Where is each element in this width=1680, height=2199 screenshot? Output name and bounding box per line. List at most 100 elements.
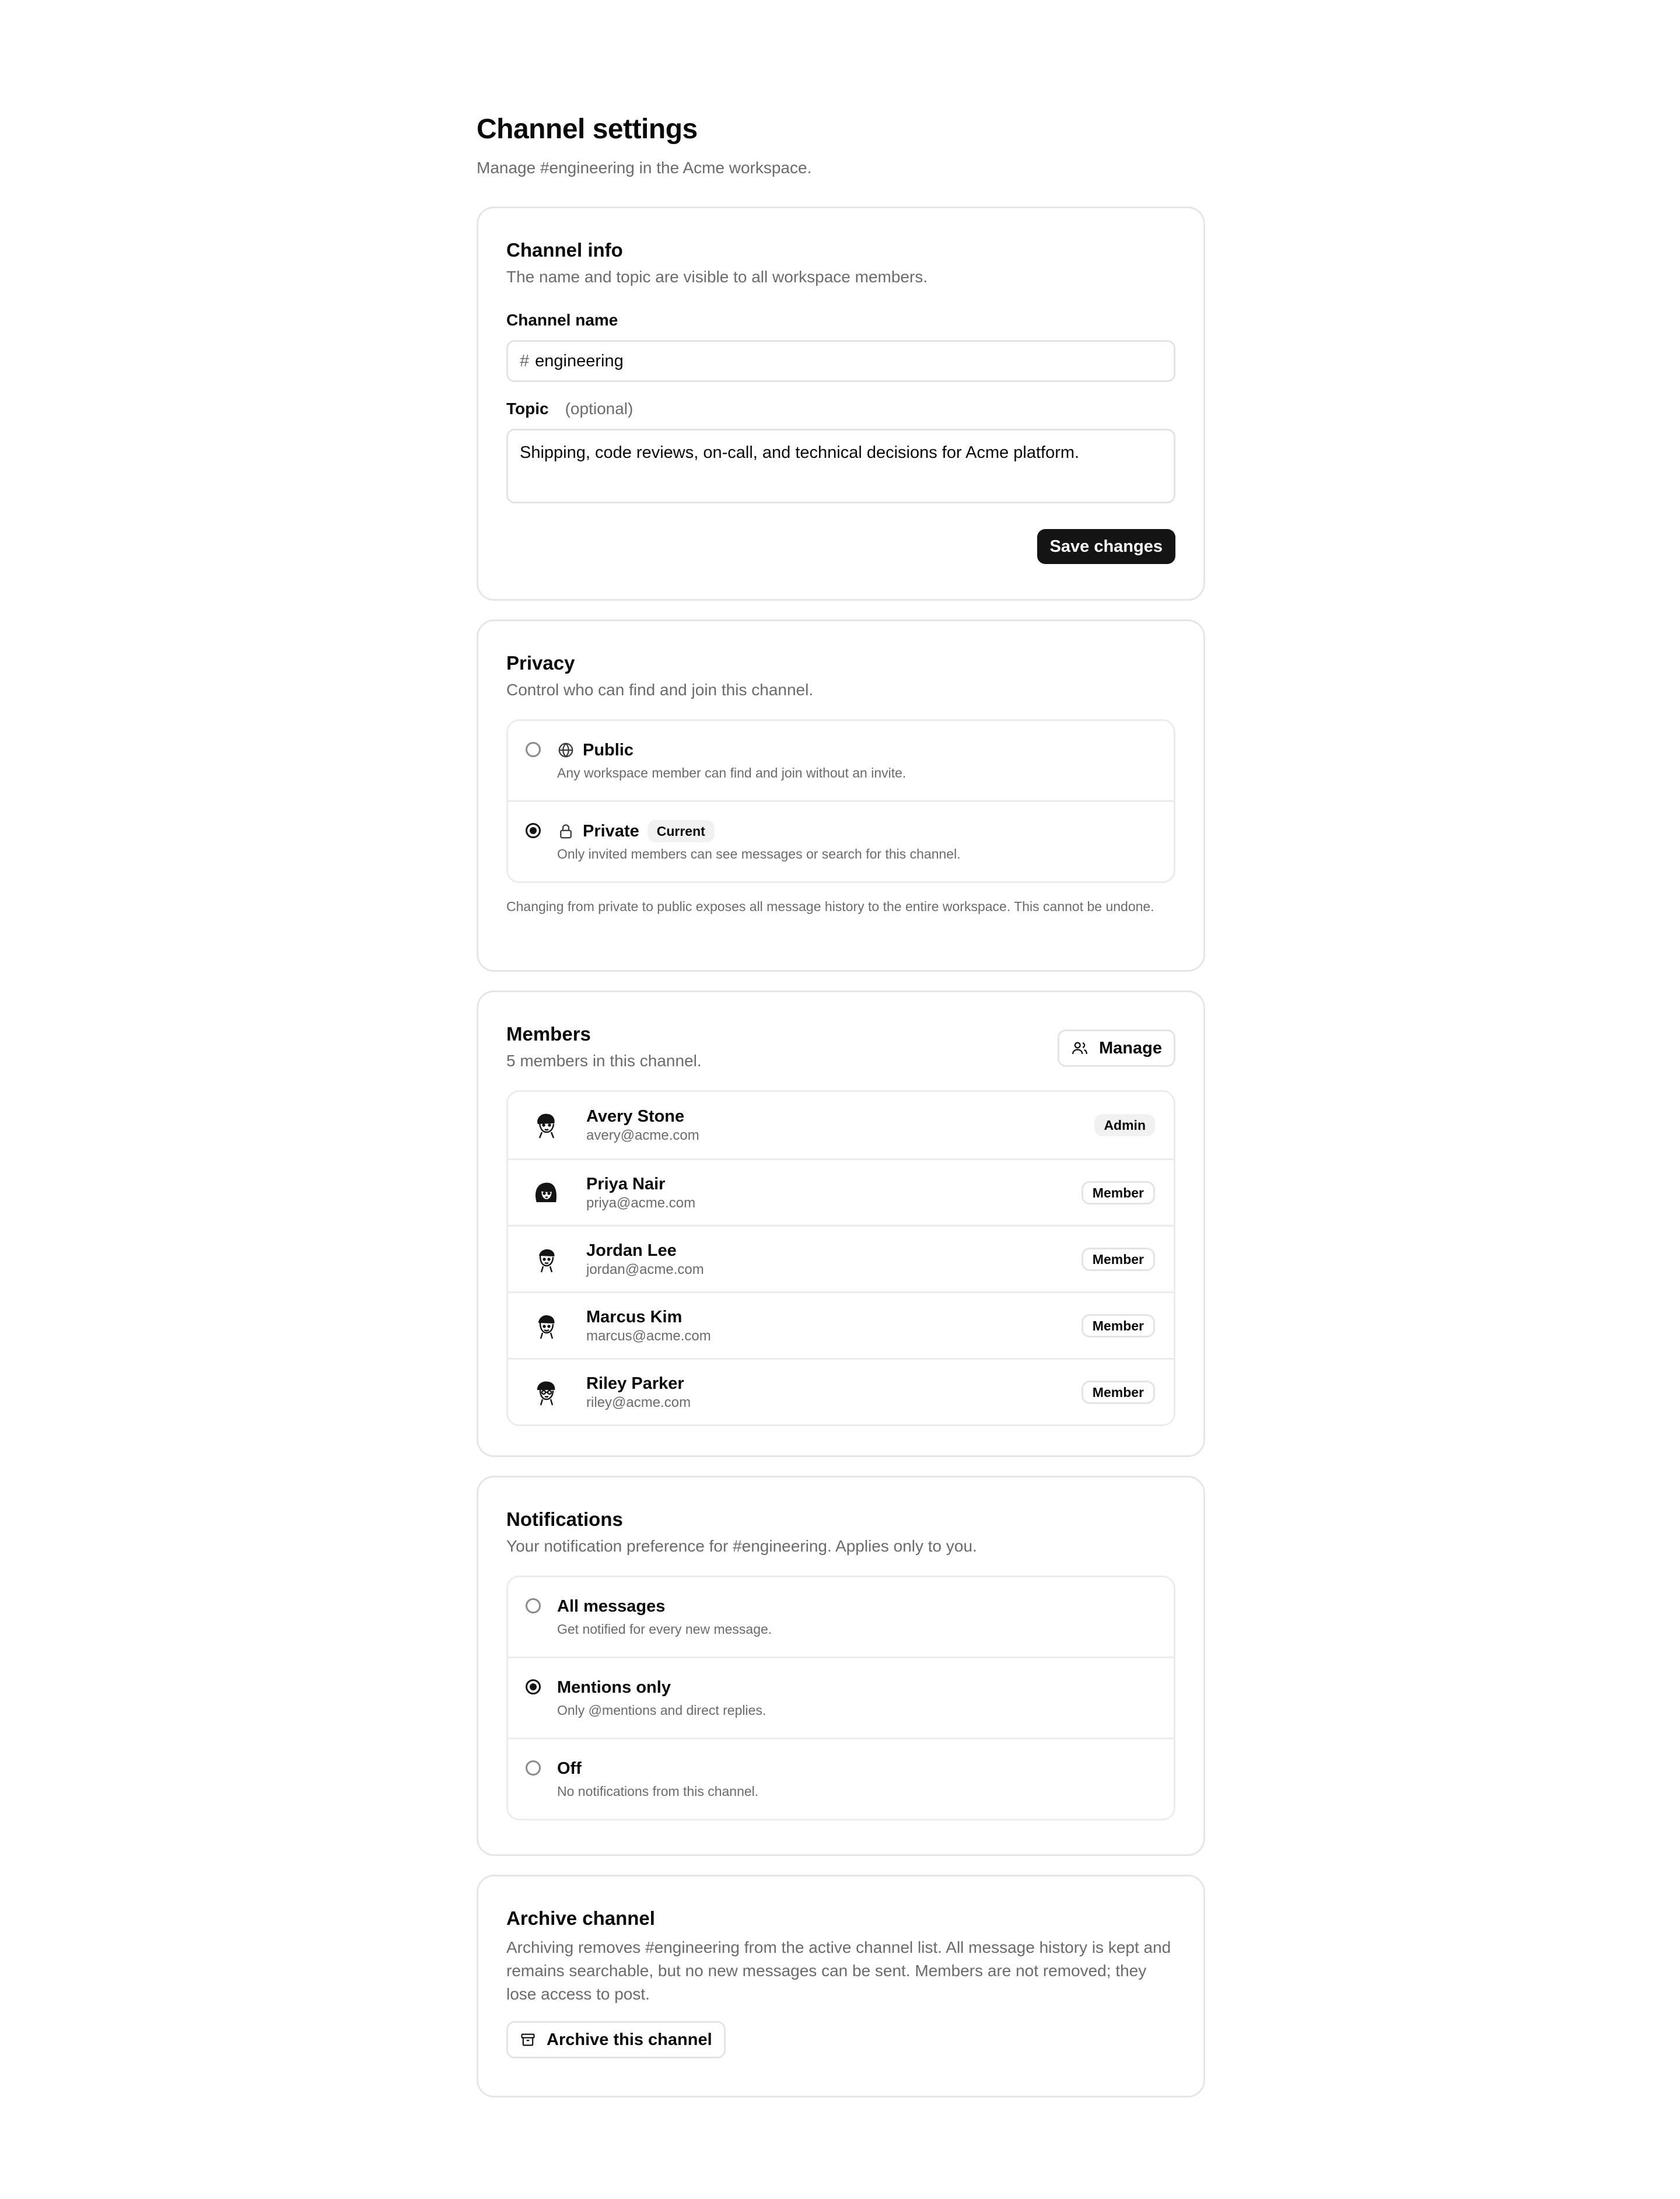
option-desc: No notifications from this channel.: [557, 1784, 759, 1799]
option-desc: Any workspace member can find and join w…: [557, 765, 907, 780]
member-name: Riley Parker: [586, 1374, 684, 1393]
member-name: Jordan Lee: [586, 1241, 677, 1260]
card-subtitle: Control who can find and join this chann…: [506, 681, 814, 699]
channel-info-card: Channel info The name and topic are visi…: [477, 206, 1205, 601]
hash-prefix: #: [520, 351, 530, 370]
member-info: Jordan Lee jordan@acme.com: [586, 1240, 1082, 1279]
privacy-options: Public Any workspace member can find and…: [506, 719, 1175, 883]
lock-icon: [560, 824, 572, 839]
option-head: Public: [557, 738, 906, 762]
option-body: Public Any workspace member can find and…: [557, 738, 906, 783]
notification-options: All messages Get notified for every new …: [506, 1575, 1175, 1820]
card-title: Channel info: [506, 239, 623, 261]
card-subtitle: The name and topic are visible to all wo…: [506, 268, 928, 286]
privacy-card: Privacy Control who can find and join th…: [477, 619, 1205, 972]
role-badge-member: Member: [1081, 1247, 1155, 1271]
member-row[interactable]: Riley Parker riley@acme.com Member: [508, 1358, 1174, 1424]
channel-name-input[interactable]: # engineering: [506, 340, 1175, 382]
member-row[interactable]: Jordan Lee jordan@acme.com Member: [508, 1225, 1174, 1291]
member-info: Riley Parker riley@acme.com: [586, 1373, 1082, 1412]
manage-label: Manage: [1099, 1038, 1162, 1058]
topic-label: Topic (optional): [506, 397, 1175, 421]
member-email: jordan@acme.com: [586, 1261, 704, 1277]
avatar: [538, 1249, 555, 1272]
archive-card: Archive channel Archiving removes #engin…: [477, 1875, 1205, 2098]
members-list: Avery Stone avery@acme.com Admin Priya N…: [506, 1090, 1175, 1426]
all-messages-radio[interactable]: [526, 1598, 541, 1613]
privacy-option-public[interactable]: Public Any workspace member can find and…: [508, 721, 1174, 800]
card-title: Notifications: [506, 1508, 623, 1530]
card-title: Privacy: [506, 652, 575, 674]
option-head: Private Current: [557, 820, 961, 843]
mentions-only-radio[interactable]: [526, 1679, 541, 1694]
member-email: riley@acme.com: [586, 1394, 691, 1410]
member-email: marcus@acme.com: [586, 1328, 711, 1344]
card-title: Archive channel: [506, 1907, 655, 1929]
option-body: All messages Get notified for every new …: [557, 1595, 772, 1639]
option-label: All messages: [557, 1597, 666, 1616]
option-label: Off: [557, 1759, 582, 1778]
avatar: [538, 1315, 555, 1339]
card-title: Members: [506, 1023, 591, 1045]
off-radio[interactable]: [526, 1760, 541, 1776]
role-badge-member: Member: [1081, 1181, 1155, 1204]
private-radio[interactable]: [526, 823, 541, 838]
archive-channel-button[interactable]: Archive this channel: [506, 2021, 726, 2058]
notify-option-all[interactable]: All messages Get notified for every new …: [508, 1577, 1174, 1657]
member-email: avery@acme.com: [586, 1127, 699, 1143]
member-name: Avery Stone: [586, 1107, 685, 1126]
topic-label-text: Topic: [506, 400, 549, 418]
member-name: Marcus Kim: [586, 1307, 682, 1326]
role-badge-admin: Admin: [1094, 1114, 1155, 1136]
manage-members-button[interactable]: Manage: [1058, 1030, 1175, 1067]
settings-page: Channel settings Manage #engineering in …: [477, 111, 1205, 2098]
member-info: Priya Nair priya@acme.com: [586, 1174, 1082, 1212]
option-body: Mentions only Only @mentions and direct …: [557, 1676, 766, 1720]
option-desc: Get notified for every new message.: [557, 1622, 772, 1637]
option-body: Private Current Only invited members can…: [557, 820, 961, 864]
role-badge-member: Member: [1081, 1380, 1155, 1404]
role-badge-member: Member: [1081, 1314, 1155, 1337]
member-email: priya@acme.com: [586, 1195, 696, 1211]
members-header: Members 5 members in this channel. Manag…: [506, 1021, 1175, 1073]
archive-icon: [521, 2033, 535, 2046]
member-row[interactable]: Marcus Kim marcus@acme.com Member: [508, 1291, 1174, 1358]
page-title: Channel settings: [477, 114, 698, 145]
notify-option-off[interactable]: Off No notifications from this channel.: [508, 1738, 1174, 1819]
topic-textarea[interactable]: Shipping, code reviews, on-call, and tec…: [506, 429, 1175, 503]
member-row[interactable]: Avery Stone avery@acme.com Admin: [508, 1092, 1174, 1158]
member-name: Priya Nair: [586, 1174, 666, 1193]
card-subtitle: Your notification preference for #engine…: [506, 1537, 977, 1555]
save-row: Save changes: [506, 529, 1175, 564]
notify-option-mentions[interactable]: Mentions only Only @mentions and direct …: [508, 1657, 1174, 1738]
save-changes-button[interactable]: Save changes: [1037, 529, 1175, 564]
topic-optional-hint: (optional): [565, 400, 634, 418]
globe-icon: [558, 743, 573, 758]
channel-name-value: engineering: [535, 351, 624, 370]
option-label: Mentions only: [557, 1678, 671, 1697]
option-desc: Only invited members can see messages or…: [557, 846, 961, 862]
channel-name-label: Channel name: [506, 311, 618, 329]
avatar: [536, 1182, 556, 1202]
avatar: [537, 1381, 555, 1405]
member-row[interactable]: Priya Nair priya@acme.com Member: [508, 1158, 1174, 1225]
members-heading: Members 5 members in this channel.: [506, 1021, 702, 1073]
privacy-option-private[interactable]: Private Current Only invited members can…: [508, 800, 1174, 881]
option-desc: Only @mentions and direct replies.: [557, 1703, 766, 1718]
notifications-card: Notifications Your notification preferen…: [477, 1476, 1205, 1856]
page-subtitle: Manage #engineering in the Acme workspac…: [477, 159, 812, 177]
public-radio[interactable]: [526, 742, 541, 757]
option-label: Private: [583, 822, 639, 841]
current-badge: Current: [647, 820, 715, 842]
archive-button-label: Archive this channel: [547, 2030, 712, 2049]
option-label: Public: [583, 741, 634, 759]
members-card: Members 5 members in this channel. Manag…: [477, 990, 1205, 1457]
member-info: Avery Stone avery@acme.com: [586, 1106, 1094, 1144]
avatar: [537, 1113, 555, 1139]
member-info: Marcus Kim marcus@acme.com: [586, 1307, 1082, 1345]
users-icon: [1072, 1042, 1088, 1055]
privacy-warning: Changing from private to public exposes …: [506, 899, 1154, 914]
card-subtitle: 5 members in this channel.: [506, 1052, 702, 1070]
option-body: Off No notifications from this channel.: [557, 1757, 758, 1801]
archive-description: Archiving removes #engineering from the …: [506, 1938, 1171, 2003]
